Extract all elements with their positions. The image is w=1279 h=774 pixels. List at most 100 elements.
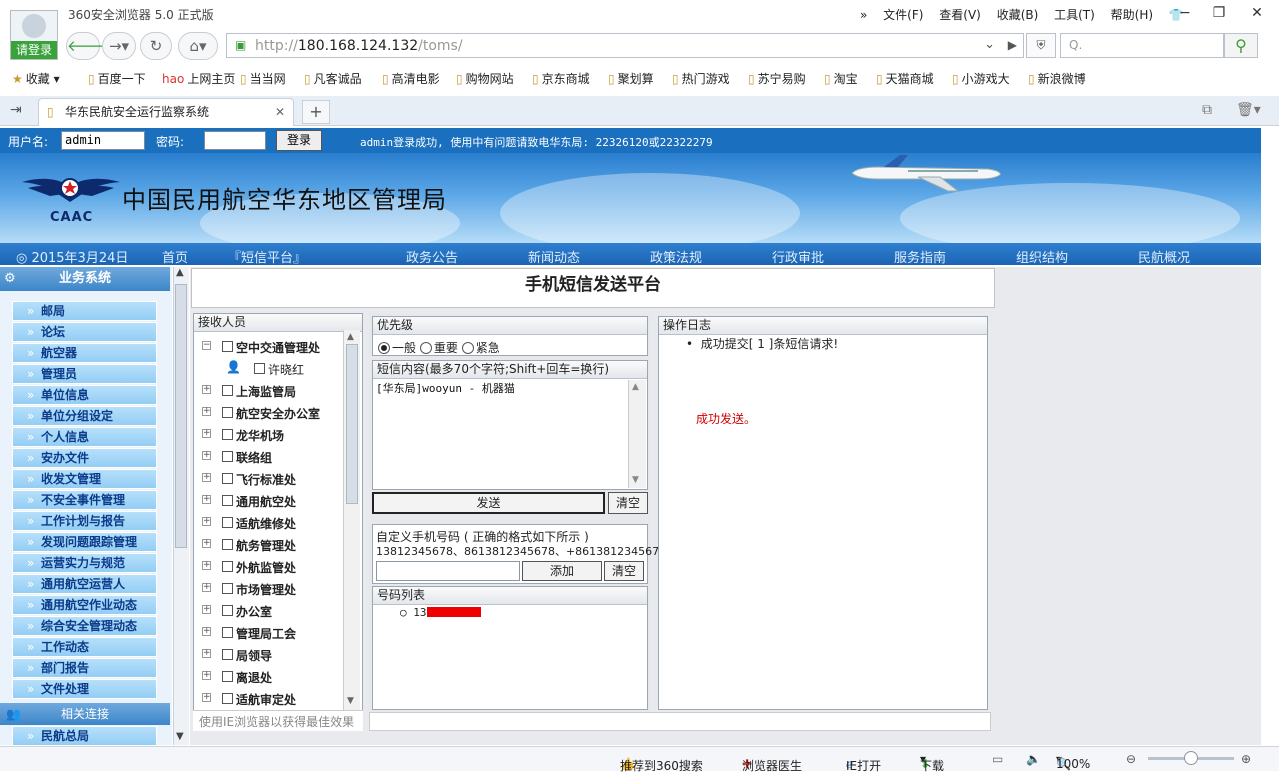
- search-icon[interactable]: ⚲: [1224, 33, 1258, 58]
- tree-checkbox[interactable]: [222, 473, 233, 484]
- bookmark-item[interactable]: ▯ 凡客诚品: [304, 70, 362, 87]
- number-list-item[interactable]: ○ 13: [400, 606, 481, 619]
- refresh-button[interactable]: ↻: [140, 32, 172, 60]
- priority-urgent[interactable]: 紧急: [461, 341, 500, 355]
- tree-node[interactable]: + 市场管理处: [196, 580, 346, 600]
- zoom-control[interactable]: 🔍 100% ▾: [1056, 752, 1090, 771]
- radio-important[interactable]: [419, 342, 432, 354]
- tree-checkbox[interactable]: [222, 605, 233, 616]
- tree-node[interactable]: + 联络组: [196, 448, 346, 468]
- tree-node[interactable]: + 离退处: [196, 668, 346, 688]
- nav-overview[interactable]: 民航概况: [1138, 247, 1190, 266]
- scroll-up-icon[interactable]: ▲: [176, 267, 184, 278]
- volume-icon[interactable]: 🔈: [1026, 752, 1041, 766]
- expand-icon[interactable]: +: [202, 605, 211, 614]
- sidebar-item[interactable]: » 安办文件: [12, 448, 157, 468]
- security-shield-icon[interactable]: ⛨: [1026, 33, 1056, 58]
- nav-approval[interactable]: 行政审批: [772, 247, 824, 266]
- menu-file[interactable]: 文件(F): [883, 8, 923, 22]
- sidebar-item[interactable]: » 论坛: [12, 322, 157, 342]
- tree-node[interactable]: + 航空安全办公室: [196, 404, 346, 424]
- expand-icon[interactable]: +: [202, 495, 211, 504]
- tab-active[interactable]: ▯ 华东民航安全运行监察系统 ✕: [38, 98, 294, 126]
- bookmark-item[interactable]: ▯ 聚划算: [608, 70, 654, 87]
- tree-checkbox[interactable]: [222, 517, 233, 528]
- tree-checkbox[interactable]: [222, 627, 233, 638]
- tree-node[interactable]: + 上海监管局: [196, 382, 346, 402]
- tree-checkbox[interactable]: [222, 649, 233, 660]
- expand-icon[interactable]: +: [202, 649, 211, 658]
- url-text[interactable]: http://180.168.124.132/toms/: [255, 38, 463, 54]
- password-input[interactable]: [204, 131, 266, 150]
- address-bar[interactable]: ▣ http://180.168.124.132/toms/ ⌄ ▶: [226, 33, 1024, 58]
- tree-node[interactable]: + 适航维修处: [196, 514, 346, 534]
- radio-normal[interactable]: [378, 342, 390, 354]
- clear-content-button[interactable]: 清空: [608, 492, 648, 514]
- clear-number-button[interactable]: 清空: [604, 561, 644, 581]
- sidebar-item[interactable]: » 个人信息: [12, 427, 157, 447]
- tree-scroll-thumb[interactable]: [346, 344, 358, 504]
- menu-tools[interactable]: 工具(T): [1054, 8, 1095, 22]
- sidebar-item[interactable]: » 单位信息: [12, 385, 157, 405]
- nav-news[interactable]: 新闻动态: [528, 247, 580, 266]
- nav-home[interactable]: 首页: [162, 247, 188, 266]
- menu-favorites[interactable]: 收藏(B): [997, 8, 1039, 22]
- bookmark-item[interactable]: ▯ 购物网站: [456, 70, 514, 87]
- sidebar-scroll-thumb[interactable]: [175, 284, 187, 548]
- send-button[interactable]: 发送: [372, 492, 605, 514]
- tree-node[interactable]: + 适航审定处: [196, 690, 346, 710]
- bookmark-favorites[interactable]: ★ 收藏 ▾: [12, 70, 60, 87]
- tree-checkbox[interactable]: [222, 583, 233, 594]
- bookmark-item[interactable]: ▯ 京东商城: [532, 70, 590, 87]
- expand-icon[interactable]: +: [202, 385, 211, 394]
- sidebar-item[interactable]: » 航空器: [12, 343, 157, 363]
- zoom-out-icon[interactable]: ⊖: [1126, 752, 1136, 766]
- zoom-in-icon[interactable]: ⊕: [1241, 752, 1251, 766]
- tree-node[interactable]: + 通用航空处: [196, 492, 346, 512]
- sidebar-item[interactable]: » 工作计划与报告: [12, 511, 157, 531]
- tree-checkbox[interactable]: [222, 451, 233, 462]
- priority-normal[interactable]: 一般: [378, 341, 416, 355]
- tree-checkbox[interactable]: [222, 693, 233, 704]
- user-avatar[interactable]: 请登录: [10, 10, 58, 60]
- restore-tabs-icon[interactable]: ⧉: [1202, 102, 1212, 118]
- tree-node[interactable]: + 办公室: [196, 602, 346, 622]
- scroll-up-icon[interactable]: ▲: [347, 332, 354, 342]
- bookmark-item[interactable]: ▯ 热门游戏: [672, 70, 730, 87]
- tree-node[interactable]: − 空中交通管理处: [196, 338, 346, 358]
- expand-icon[interactable]: +: [202, 671, 211, 680]
- expand-icon[interactable]: +: [202, 473, 211, 482]
- nav-announcements[interactable]: 政务公告: [406, 247, 458, 266]
- forward-button[interactable]: →▾: [102, 32, 136, 60]
- tree-checkbox[interactable]: [222, 671, 233, 682]
- tree-checkbox[interactable]: [222, 495, 233, 506]
- bookmark-item[interactable]: hao 上网主页: [162, 70, 235, 87]
- bookmark-item[interactable]: ▯ 淘宝: [824, 70, 858, 87]
- priority-important[interactable]: 重要: [419, 341, 458, 355]
- minimize-button[interactable]: −: [1168, 2, 1202, 24]
- sidebar-toggle-icon[interactable]: ⇥: [10, 102, 22, 118]
- sms-textarea-scrollbar[interactable]: ▲ ▼: [628, 380, 646, 488]
- tree-checkbox[interactable]: [254, 363, 265, 374]
- go-icon[interactable]: ▶: [1008, 38, 1017, 52]
- tree-node[interactable]: + 管理局工会: [196, 624, 346, 644]
- sidebar-item[interactable]: » 综合安全管理动态: [12, 616, 157, 636]
- sidebar-item[interactable]: » 单位分组设定: [12, 406, 157, 426]
- nav-sms-platform[interactable]: 『短信平台』: [228, 247, 306, 266]
- bookmark-item[interactable]: ▯ 新浪微博: [1028, 70, 1086, 87]
- tree-scrollbar[interactable]: ▲ ▼: [343, 330, 360, 710]
- sidebar-link-caac[interactable]: » 民航总局: [12, 726, 157, 746]
- login-prompt[interactable]: 请登录: [11, 41, 57, 59]
- expand-icon[interactable]: +: [202, 451, 211, 460]
- expand-icon[interactable]: +: [202, 561, 211, 570]
- scroll-up-icon[interactable]: ▲: [632, 382, 639, 392]
- tree-node[interactable]: + 龙华机场: [196, 426, 346, 446]
- nav-regulations[interactable]: 政策法规: [650, 247, 702, 266]
- sms-content-textarea[interactable]: [华东局]wooyun - 机器猫: [376, 380, 628, 488]
- username-input[interactable]: admin: [61, 131, 145, 150]
- back-button[interactable]: 🡐: [66, 32, 107, 60]
- expand-icon[interactable]: +: [202, 693, 211, 702]
- sidebar-item[interactable]: » 运营实力与规范: [12, 553, 157, 573]
- bookmark-item[interactable]: ▯ 高清电影: [382, 70, 440, 87]
- menu-view[interactable]: 查看(V): [939, 8, 981, 22]
